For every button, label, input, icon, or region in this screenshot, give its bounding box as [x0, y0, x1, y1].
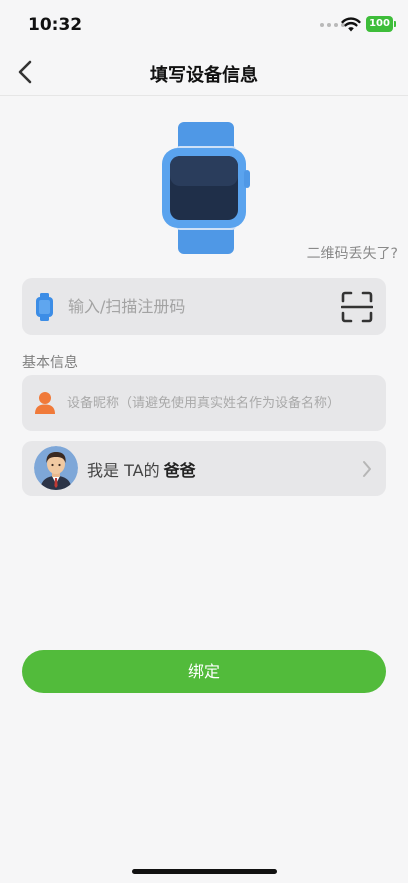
smartwatch-icon — [162, 122, 250, 254]
battery-indicator: 100 — [366, 16, 393, 32]
father-avatar — [34, 446, 78, 490]
device-nickname-input[interactable] — [67, 375, 379, 431]
relationship-selector[interactable]: 我是 TA的 爸爸 — [22, 441, 386, 496]
relationship-label: 我是 TA的 爸爸 — [87, 457, 196, 481]
status-bar: 10:32 100 — [0, 0, 408, 50]
nav-bar: 填写设备信息 — [0, 50, 408, 96]
status-time: 10:32 — [28, 15, 83, 35]
relationship-value: 爸爸 — [163, 461, 196, 480]
watch-icon — [36, 293, 53, 321]
relationship-prefix: 我是 TA的 — [87, 461, 160, 480]
scan-icon[interactable] — [341, 291, 373, 323]
bind-button[interactable]: 绑定 — [22, 650, 386, 693]
person-icon — [35, 392, 55, 414]
device-nickname-field — [22, 375, 386, 431]
battery-cap — [394, 21, 396, 27]
registration-code-input[interactable] — [68, 278, 328, 335]
registration-code-field — [22, 278, 386, 335]
home-indicator — [132, 869, 277, 874]
section-label-basic-info: 基本信息 — [22, 355, 78, 371]
wifi-icon — [341, 17, 361, 32]
chevron-right-icon — [363, 461, 371, 477]
page-title: 填写设备信息 — [150, 65, 258, 86]
qr-code-lost-link[interactable]: 二维码丢失了? — [307, 243, 398, 263]
